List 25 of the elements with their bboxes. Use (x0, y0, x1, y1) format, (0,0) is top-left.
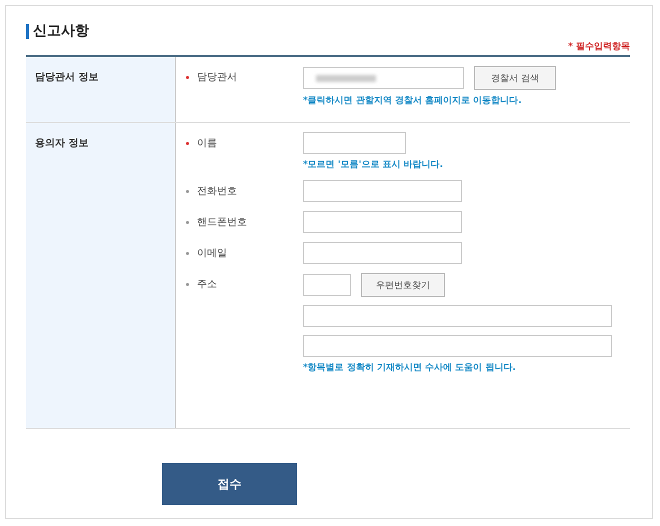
field-label: 전화번호 (197, 185, 237, 198)
zip-field[interactable] (303, 274, 351, 296)
input-field[interactable] (303, 211, 462, 233)
help-text: *클릭하시면 관할지역 경찰서 홈페이지로 이동합니다. (303, 95, 523, 107)
search-button[interactable]: 경찰서 검색 (474, 66, 556, 90)
section-label-cell: 용의자 정보 (26, 123, 176, 428)
field-label: 담당관서 (197, 71, 237, 84)
help-text: *모르면 '모름'으로 표시 바랍니다. (303, 159, 444, 171)
address-field[interactable] (303, 305, 612, 327)
required-note: * 필수입력항목 (568, 41, 630, 53)
submit-button[interactable]: 접수 (162, 463, 297, 505)
address-field[interactable] (303, 335, 612, 357)
zip-search-button[interactable]: 우편번호찾기 (361, 273, 445, 297)
title-bar-icon (26, 24, 29, 38)
section-title: 신고사항 (33, 22, 89, 40)
field-label: 주소 (197, 278, 217, 291)
input-field[interactable] (303, 132, 406, 154)
field-label: 핸드폰번호 (197, 216, 247, 229)
field-label: 이메일 (197, 247, 227, 260)
section-label-cell: 담당관서 정보 (26, 57, 176, 122)
field-label: 이름 (197, 137, 217, 150)
input-field[interactable] (303, 242, 462, 264)
help-text: *항목별로 정확히 기재하시면 수사에 도움이 됩니다. (303, 362, 517, 374)
station-field[interactable] (303, 67, 464, 89)
input-field[interactable] (303, 180, 462, 202)
